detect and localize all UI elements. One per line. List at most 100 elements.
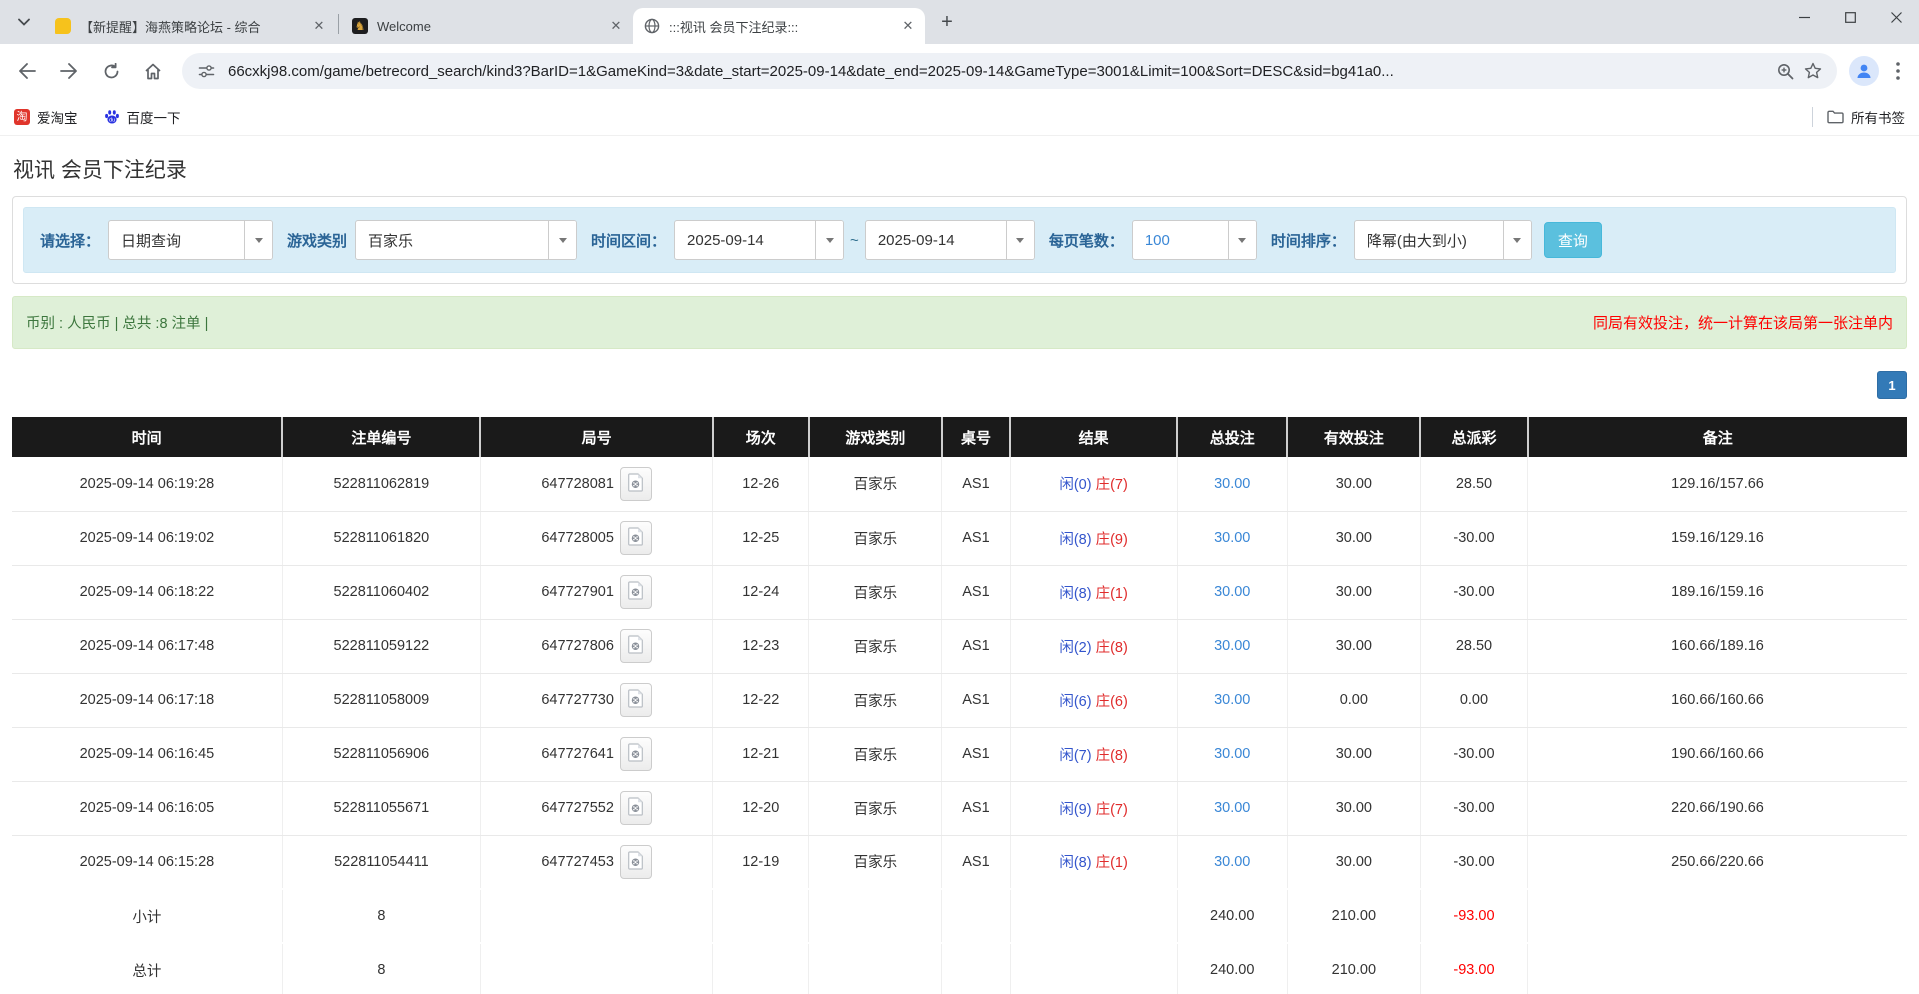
table-row: 2025-09-14 06:16:05522811055671647727552… [12, 781, 1907, 835]
browser-tab-welcome[interactable]: ♞ Welcome ✕ [341, 8, 633, 44]
game-type-label: 游戏类别 [287, 230, 347, 251]
video-replay-button[interactable] [620, 845, 652, 879]
date-end-select[interactable]: 2025-09-14 [865, 220, 1035, 260]
back-button[interactable] [10, 54, 44, 88]
game-type-value: 百家乐 [356, 221, 548, 259]
footer-valid-bet: 210.00 [1287, 889, 1420, 943]
video-replay-button[interactable] [620, 791, 652, 825]
same-round-note-text: 同局有效投注，统一计算在该局第一张注单内 [1593, 312, 1893, 333]
maximize-button[interactable] [1827, 0, 1873, 34]
footer-empty [713, 943, 809, 994]
tab-search-chevron-icon[interactable] [10, 8, 38, 36]
browser-tab-betrecord[interactable]: :::视讯 会员下注纪录::: ✕ [633, 8, 925, 44]
bookmark-baidu[interactable]: du 百度一下 [104, 107, 181, 127]
cell-game: 百家乐 [809, 457, 942, 511]
total-bet-link[interactable]: 30.00 [1214, 530, 1250, 546]
cell-time: 2025-09-14 06:16:45 [12, 727, 282, 781]
browser-toolbar: 66cxkj98.com/game/betrecord_search/kind3… [0, 44, 1919, 98]
forum-favicon-icon [54, 17, 72, 35]
zoom-magnifier-icon[interactable] [1771, 57, 1799, 85]
time-range-label: 时间区间： [591, 230, 666, 251]
chevron-down-icon[interactable] [815, 221, 843, 259]
sort-select[interactable]: 降幂(由大到小) [1354, 220, 1532, 260]
new-tab-button[interactable]: + [933, 8, 961, 36]
cell-result: 闲(8) 庄(1) [1010, 835, 1177, 889]
chevron-down-icon[interactable] [1006, 221, 1034, 259]
pagination-top: 1 [12, 371, 1907, 399]
video-replay-button[interactable] [620, 575, 652, 609]
table-row: 2025-09-14 06:15:28522811054411647727453… [12, 835, 1907, 889]
total-bet-link[interactable]: 30.00 [1214, 476, 1250, 492]
video-replay-button[interactable] [620, 683, 652, 717]
column-header-3: 局号 [480, 417, 712, 457]
cell-table: AS1 [942, 673, 1010, 727]
total-bet-link[interactable]: 30.00 [1214, 746, 1250, 762]
site-info-tune-icon[interactable] [192, 57, 220, 85]
video-replay-button[interactable] [620, 521, 652, 555]
total-bet-link[interactable]: 30.00 [1214, 854, 1250, 870]
cell-round: 647727641 [480, 727, 712, 781]
film-file-icon [627, 743, 644, 762]
query-type-select[interactable]: 日期查询 [108, 220, 273, 260]
column-header-1: 时间 [12, 417, 282, 457]
browser-menu-kebab-icon[interactable] [1885, 56, 1911, 86]
cell-session: 12-20 [713, 781, 809, 835]
cell-note: 190.66/160.66 [1528, 727, 1907, 781]
video-replay-button[interactable] [620, 737, 652, 771]
game-type-select[interactable]: 百家乐 [355, 220, 577, 260]
tab-close-icon[interactable]: ✕ [310, 17, 328, 35]
cell-bet-id: 522811055671 [282, 781, 480, 835]
page-1-button[interactable]: 1 [1877, 371, 1907, 399]
cell-round: 647727806 [480, 619, 712, 673]
cell-time: 2025-09-14 06:17:48 [12, 619, 282, 673]
chevron-down-icon[interactable] [548, 221, 576, 259]
result-banker: 庄(8) [1096, 640, 1128, 656]
chevron-down-icon[interactable] [1228, 221, 1256, 259]
browser-tab-forum[interactable]: 【新提醒】海燕策略论坛 - 综合 ✕ [44, 8, 336, 44]
total-bet-link[interactable]: 30.00 [1214, 692, 1250, 708]
video-replay-button[interactable] [620, 467, 652, 501]
all-bookmarks-button[interactable]: 所有书签 [1827, 107, 1905, 127]
cell-time: 2025-09-14 06:19:28 [12, 457, 282, 511]
chevron-down-icon[interactable] [1503, 221, 1531, 259]
column-header-10: 总派彩 [1420, 417, 1527, 457]
cell-total-bet: 30.00 [1177, 781, 1287, 835]
table-row: 2025-09-14 06:19:02522811061820647728005… [12, 511, 1907, 565]
close-window-button[interactable] [1873, 0, 1919, 34]
bookmark-star-icon[interactable] [1799, 57, 1827, 85]
date-start-select[interactable]: 2025-09-14 [674, 220, 844, 260]
total-bet-link[interactable]: 30.00 [1214, 800, 1250, 816]
home-button[interactable] [136, 54, 170, 88]
chevron-down-icon[interactable] [244, 221, 272, 259]
minimize-button[interactable] [1781, 0, 1827, 34]
cell-game: 百家乐 [809, 565, 942, 619]
per-page-select[interactable]: 100 [1132, 220, 1257, 260]
total-bet-link[interactable]: 30.00 [1214, 584, 1250, 600]
baidu-paw-icon: du [104, 109, 120, 125]
round-number: 647727901 [541, 584, 614, 600]
browser-tab-bar: 【新提醒】海燕策略论坛 - 综合 ✕ ♞ Welcome ✕ :::视讯 会员下… [0, 0, 1919, 44]
total-bet-link[interactable]: 30.00 [1214, 638, 1250, 654]
reload-button[interactable] [94, 54, 128, 88]
round-number: 647727552 [541, 800, 614, 816]
cell-valid-bet: 30.00 [1287, 565, 1420, 619]
tab-close-icon[interactable]: ✕ [607, 17, 625, 35]
forward-button[interactable] [52, 54, 86, 88]
video-replay-button[interactable] [620, 629, 652, 663]
bookmark-aitaobao[interactable]: 淘 爱淘宝 [14, 107, 78, 127]
tab-title: :::视讯 会员下注纪录::: [669, 17, 899, 36]
profile-avatar[interactable] [1849, 56, 1879, 86]
cell-result: 闲(0) 庄(7) [1010, 457, 1177, 511]
column-header-7: 结果 [1010, 417, 1177, 457]
footer-total-bet: 240.00 [1177, 889, 1287, 943]
result-banker: 庄(1) [1096, 586, 1128, 602]
url-text[interactable]: 66cxkj98.com/game/betrecord_search/kind3… [228, 63, 1771, 80]
search-button[interactable]: 查询 [1544, 222, 1602, 258]
page-title: 视讯 会员下注纪录 [13, 154, 1919, 184]
cell-valid-bet: 30.00 [1287, 619, 1420, 673]
footer-empty [1528, 889, 1907, 943]
tab-close-icon[interactable]: ✕ [899, 17, 917, 35]
result-player: 闲(6) [1059, 694, 1091, 710]
address-bar[interactable]: 66cxkj98.com/game/betrecord_search/kind3… [182, 53, 1837, 89]
footer-empty [1528, 943, 1907, 994]
